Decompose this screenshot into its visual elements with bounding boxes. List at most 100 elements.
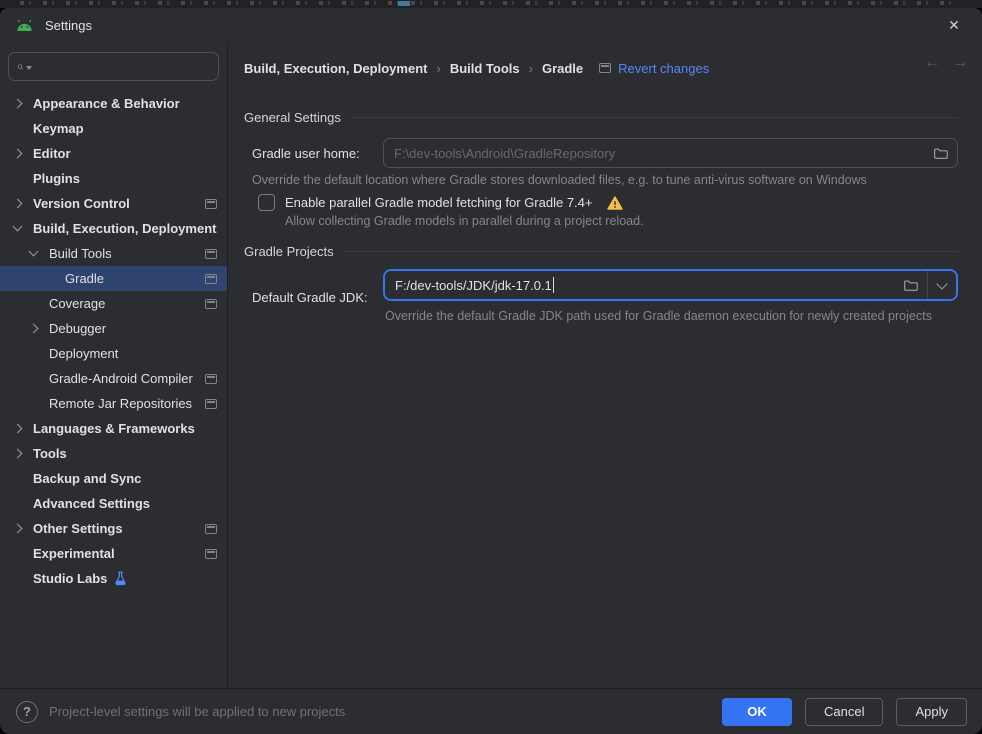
breadcrumb: Build, Execution, Deployment › Build Tools… (244, 61, 583, 76)
sidebar-item-label: Gradle-Android Compiler (49, 371, 193, 386)
sidebar-item-gradle-android-compiler[interactable]: Gradle-Android Compiler (0, 366, 227, 391)
revert-icon (599, 63, 611, 73)
revert-changes-link[interactable]: Revert changes (599, 61, 709, 76)
sidebar-item-label: Languages & Frameworks (33, 421, 195, 436)
modified-settings-icon (205, 524, 217, 534)
section-title: General Settings (244, 110, 341, 125)
modified-settings-icon (205, 199, 217, 209)
sidebar-item-studio-labs[interactable]: Studio Labs (0, 566, 227, 591)
title-bar: Settings ✕ (0, 8, 982, 42)
breadcrumb-separator: › (436, 61, 440, 76)
sidebar-item-debugger[interactable]: Debugger (0, 316, 227, 341)
parallel-fetch-help: Allow collecting Gradle models in parall… (285, 214, 958, 228)
sidebar-item-tools[interactable]: Tools (0, 441, 227, 466)
sidebar-item-label: Keymap (33, 121, 84, 136)
background-window-sliver (0, 0, 982, 8)
settings-dialog: Settings ✕ Appearance & Behavior Keymap Ed… (0, 8, 982, 734)
sidebar-item-label: Backup and Sync (33, 471, 141, 486)
sidebar-item-keymap[interactable]: Keymap (0, 116, 227, 141)
text-caret (553, 277, 554, 293)
sidebar-item-remote-jar-repositories[interactable]: Remote Jar Repositories (0, 391, 227, 416)
sidebar-item-backup-and-sync[interactable]: Backup and Sync (0, 466, 227, 491)
search-box[interactable] (8, 52, 219, 81)
sidebar-item-editor[interactable]: Editor (0, 141, 227, 166)
sidebar-item-label: Gradle (65, 271, 104, 286)
section-title: Gradle Projects (244, 244, 334, 259)
sidebar-item-languages-frameworks[interactable]: Languages & Frameworks (0, 416, 227, 441)
breadcrumb-item-build-execution-deployment[interactable]: Build, Execution, Deployment (244, 61, 427, 76)
sidebar-item-build-tools[interactable]: Build Tools (0, 241, 227, 266)
sidebar-item-gradle[interactable]: Gradle (0, 266, 227, 291)
modified-settings-icon (205, 374, 217, 384)
apply-button[interactable]: Apply (896, 698, 967, 726)
search-icon (17, 59, 24, 75)
chevron-right-icon[interactable] (10, 196, 26, 212)
chevron-spacer (10, 571, 26, 587)
chevron-right-icon[interactable] (10, 521, 26, 537)
sidebar-item-version-control[interactable]: Version Control (0, 191, 227, 216)
parallel-fetch-label[interactable]: Enable parallel Gradle model fetching fo… (285, 195, 593, 210)
default-gradle-jdk-help: Override the default Gradle JDK path use… (383, 309, 958, 323)
warning-icon (607, 196, 623, 210)
chevron-right-icon[interactable] (10, 421, 26, 437)
sidebar-item-appearance-behavior[interactable]: Appearance & Behavior (0, 91, 227, 116)
general-settings-section-header: General Settings (244, 110, 958, 125)
default-gradle-jdk-value-area[interactable]: F:/dev-tools/JDK/jdk-17.0.1 (385, 277, 893, 293)
breadcrumb-bar: Build, Execution, Deployment › Build Tools… (228, 42, 982, 88)
chevron-right-icon[interactable] (10, 446, 26, 462)
breadcrumb-separator: › (529, 61, 533, 76)
parallel-fetch-checkbox[interactable] (258, 194, 275, 211)
sidebar-item-deployment[interactable]: Deployment (0, 341, 227, 366)
browse-folder-icon[interactable] (893, 271, 927, 299)
chevron-spacer (26, 396, 42, 412)
chevron-spacer (10, 546, 26, 562)
gradle-user-home-input[interactable] (384, 146, 923, 161)
sidebar-item-label: Experimental (33, 546, 115, 561)
parallel-fetch-row: Enable parallel Gradle model fetching fo… (258, 194, 958, 211)
chevron-down-icon[interactable] (10, 221, 26, 237)
breadcrumb-item-gradle[interactable]: Gradle (542, 61, 583, 76)
sidebar-item-label: Tools (33, 446, 67, 461)
default-gradle-jdk-value: F:/dev-tools/JDK/jdk-17.0.1 (395, 278, 552, 293)
sidebar-item-label: Build, Execution, Deployment (33, 221, 216, 236)
chevron-right-icon[interactable] (10, 146, 26, 162)
chevron-spacer (42, 271, 58, 287)
search-filter-caret-icon[interactable] (26, 66, 32, 70)
modified-settings-icon (205, 249, 217, 259)
chevron-spacer (10, 471, 26, 487)
revert-changes-label: Revert changes (618, 61, 709, 76)
help-icon[interactable]: ? (16, 701, 38, 723)
dropdown-chevron-icon[interactable] (928, 271, 956, 299)
default-gradle-jdk-label: Default Gradle JDK: (244, 290, 383, 305)
breadcrumb-item-build-tools[interactable]: Build Tools (450, 61, 520, 76)
search-input[interactable] (34, 59, 210, 74)
sidebar-item-label: Remote Jar Repositories (49, 396, 192, 411)
default-gradle-jdk-combobox[interactable]: F:/dev-tools/JDK/jdk-17.0.1 (383, 269, 958, 301)
sidebar-item-advanced-settings[interactable]: Advanced Settings (0, 491, 227, 516)
gradle-projects-section-header: Gradle Projects (244, 244, 958, 259)
chevron-right-icon[interactable] (10, 96, 26, 112)
forward-arrow-icon[interactable]: → (952, 54, 968, 72)
sidebar-item-other-settings[interactable]: Other Settings (0, 516, 227, 541)
sidebar-item-plugins[interactable]: Plugins (0, 166, 227, 191)
ok-button[interactable]: OK (722, 698, 792, 726)
sidebar-item-label: Studio Labs (33, 571, 107, 586)
sidebar-item-label: Appearance & Behavior (33, 96, 180, 111)
sidebar-item-label: Editor (33, 146, 71, 161)
back-arrow-icon[interactable]: ← (924, 54, 940, 72)
chevron-spacer (10, 171, 26, 187)
sidebar-item-build-execution-deployment[interactable]: Build, Execution, Deployment (0, 216, 227, 241)
sidebar-item-label: Advanced Settings (33, 496, 150, 511)
modified-settings-icon (205, 399, 217, 409)
chevron-right-icon[interactable] (26, 321, 42, 337)
sidebar-item-label: Other Settings (33, 521, 123, 536)
chevron-spacer (10, 496, 26, 512)
gradle-user-home-field[interactable] (383, 138, 958, 168)
close-icon[interactable]: ✕ (940, 11, 968, 39)
browse-folder-icon[interactable] (923, 139, 957, 167)
cancel-button[interactable]: Cancel (805, 698, 883, 726)
sidebar-item-coverage[interactable]: Coverage (0, 291, 227, 316)
sidebar-item-label: Deployment (49, 346, 118, 361)
sidebar-item-experimental[interactable]: Experimental (0, 541, 227, 566)
chevron-down-icon[interactable] (26, 246, 42, 262)
